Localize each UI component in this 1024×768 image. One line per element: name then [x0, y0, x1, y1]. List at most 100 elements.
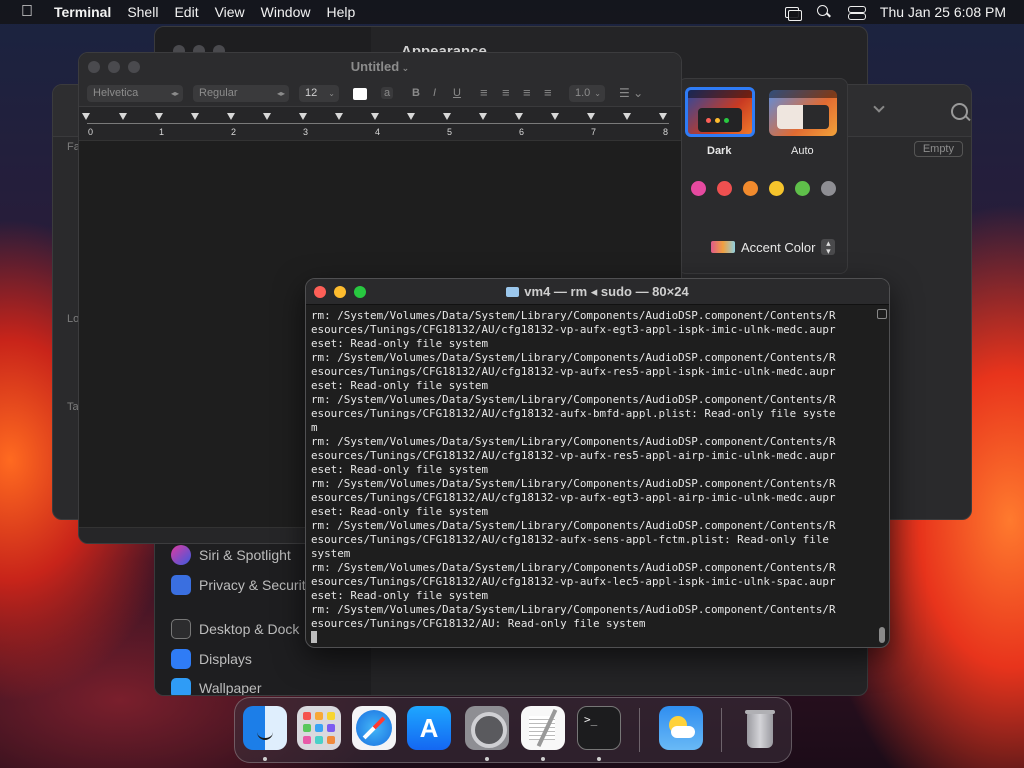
app-store-icon[interactable]: A: [407, 706, 451, 750]
font-size-select[interactable]: 12 ⌄: [299, 85, 339, 102]
terminal-title-text: vm4 — rm ◂ sudo — 80×24: [524, 284, 689, 299]
highlight-color-icon[interactable]: a: [381, 87, 394, 99]
tab-stop-marker[interactable]: [155, 113, 163, 120]
ruler-number: 6: [519, 127, 525, 137]
weather-icon[interactable]: [659, 706, 703, 750]
scroll-to-top-icon[interactable]: [877, 309, 887, 319]
italic-icon[interactable]: I: [433, 87, 436, 99]
terminal-scrollbar[interactable]: [877, 307, 887, 647]
tab-stop-marker[interactable]: [659, 113, 667, 120]
close-button[interactable]: [88, 61, 100, 73]
safari-icon[interactable]: [352, 706, 396, 750]
accent-swatch-pink[interactable]: [691, 181, 706, 196]
sidebar-item-displays[interactable]: Displays: [171, 649, 252, 669]
minimize-button[interactable]: [108, 61, 120, 73]
menu-shell[interactable]: Shell: [119, 0, 166, 24]
tab-stop-marker[interactable]: [335, 113, 343, 120]
launchpad-icon[interactable]: [297, 706, 341, 750]
menu-help[interactable]: Help: [318, 0, 363, 24]
align-center-icon[interactable]: ≡: [502, 85, 510, 100]
scrollbar-thumb[interactable]: [879, 627, 885, 643]
tab-stop-marker[interactable]: [515, 113, 523, 120]
underline-icon[interactable]: U: [453, 87, 461, 99]
line-spacing-select[interactable]: 1.0 ⌄: [569, 85, 605, 102]
accent-swatch-graphite[interactable]: [821, 181, 836, 196]
empty-button[interactable]: Empty: [913, 141, 963, 157]
accent-swatch-yellow[interactable]: [769, 181, 784, 196]
accent-swatch-red[interactable]: [717, 181, 732, 196]
accent-swatch-orange[interactable]: [743, 181, 758, 196]
align-left-icon[interactable]: ≡: [480, 85, 488, 100]
align-justify-icon[interactable]: ≡: [544, 85, 552, 100]
sidebar-item-privacy-security[interactable]: Privacy & Security: [171, 575, 313, 595]
chevron-up-down-icon: ◂▸: [170, 89, 179, 98]
tab-stop-marker[interactable]: [443, 113, 451, 120]
appearance-dark-thumbnail[interactable]: [685, 87, 755, 137]
menu-window[interactable]: Window: [253, 0, 319, 24]
trash-icon[interactable]: [737, 706, 781, 750]
align-right-icon[interactable]: ≡: [523, 85, 531, 100]
thumbnail-dark-half: [803, 105, 829, 129]
close-button[interactable]: [314, 286, 326, 298]
ruler-number: 5: [447, 127, 453, 137]
menu-clock[interactable]: Thu Jan 25 6:08 PM: [880, 4, 1006, 20]
terminal-line: eset: Read-only file system: [311, 505, 489, 518]
sidebar-item-siri-spotlight[interactable]: Siri & Spotlight: [171, 545, 291, 565]
control-center-icon[interactable]: [847, 5, 866, 20]
dock-icon: [171, 619, 191, 639]
spotlight-search-icon[interactable]: [816, 5, 832, 19]
terminal-line: eset: Read-only file system: [311, 589, 489, 602]
menu-edit[interactable]: Edit: [166, 0, 206, 24]
list-icon[interactable]: ☰ ⌄: [619, 86, 643, 100]
appearance-auto-thumbnail[interactable]: [769, 90, 837, 136]
tab-stop-marker[interactable]: [227, 113, 235, 120]
finder-icon[interactable]: [243, 706, 287, 750]
dock-separator: [639, 708, 640, 752]
menu-extras: Thu Jan 25 6:08 PM: [784, 0, 1006, 24]
textedit-title[interactable]: Untitled: [351, 59, 399, 74]
sidebar-item-wallpaper[interactable]: Wallpaper: [171, 678, 262, 695]
tab-stop-marker[interactable]: [371, 113, 379, 120]
tab-stop-marker[interactable]: [479, 113, 487, 120]
font-style-select[interactable]: Regular ◂▸: [193, 85, 289, 102]
sidebar-item-desktop-dock[interactable]: Desktop & Dock: [171, 619, 299, 639]
accent-color-popup[interactable]: Accent Color ▴ ▾: [711, 239, 836, 256]
thumbnail-light-half: [777, 105, 803, 129]
menu-view[interactable]: View: [207, 0, 253, 24]
bold-icon[interactable]: B: [412, 87, 420, 99]
tab-stop-marker[interactable]: [263, 113, 271, 120]
textedit-icon[interactable]: [521, 706, 565, 750]
textedit-format-bar: Helvetica ◂▸ Regular ◂▸ 12 ⌄ a B I U ≡ ≡ ≡ …: [79, 81, 681, 107]
minimize-button[interactable]: [334, 286, 346, 298]
zoom-button[interactable]: [354, 286, 366, 298]
terminal-line: rm: /System/Volumes/Data/System/Library/…: [311, 561, 836, 574]
font-family-select[interactable]: Helvetica ◂▸: [87, 85, 183, 102]
font-family-value: Helvetica: [93, 87, 139, 99]
tab-stop-marker[interactable]: [82, 113, 90, 120]
tab-stop-marker[interactable]: [299, 113, 307, 120]
tab-stop-marker[interactable]: [551, 113, 559, 120]
apple-menu-icon[interactable]: : [0, 3, 54, 21]
chevron-up-down-icon: ⌄: [594, 89, 601, 98]
terminal-line: eset: Read-only file system: [311, 463, 489, 476]
tab-stop-marker[interactable]: [119, 113, 127, 120]
terminal-icon[interactable]: >_: [577, 706, 621, 750]
tab-stop-marker[interactable]: [587, 113, 595, 120]
menu-app-name[interactable]: Terminal: [54, 0, 119, 24]
terminal-line: m: [311, 421, 318, 434]
screen-mirroring-icon[interactable]: [784, 5, 802, 21]
tab-stop-marker[interactable]: [623, 113, 631, 120]
tab-stop-marker[interactable]: [407, 113, 415, 120]
zoom-button[interactable]: [128, 61, 140, 73]
tab-stop-marker[interactable]: [191, 113, 199, 120]
text-color-well[interactable]: [353, 88, 367, 100]
accent-swatch-green[interactable]: [795, 181, 810, 196]
accent-swatches: [691, 181, 836, 196]
system-settings-icon[interactable]: [465, 706, 509, 750]
appearance-panel: Dark Auto Accent Color ▴ ▾: [678, 78, 848, 274]
terminal-output[interactable]: rm: /System/Volumes/Data/System/Library/…: [311, 309, 876, 645]
terminal-line: eset: Read-only file system: [311, 337, 489, 350]
sidebar-item-label: Displays: [199, 651, 252, 667]
grid-square: [303, 724, 311, 732]
ruler-number: 2: [231, 127, 237, 137]
